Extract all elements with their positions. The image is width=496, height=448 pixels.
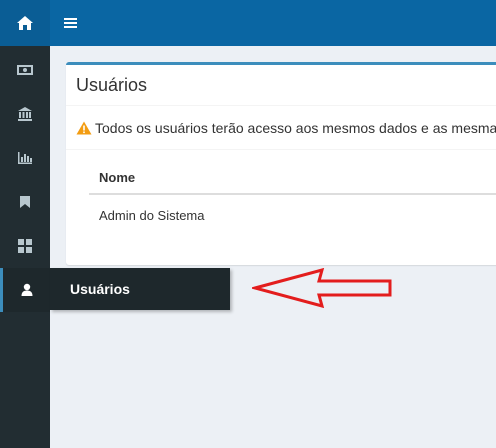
hamburger-menu-icon [64,18,77,28]
red-arrow-annotation [252,268,392,308]
warning-icon [76,121,92,135]
bank-icon [18,107,32,121]
table-row[interactable]: Admin do Sistema [99,208,205,223]
sidebar-flyout-users[interactable]: Usuários [50,268,230,310]
users-panel: Usuários Todos os usuários terão acesso … [66,62,496,265]
home-icon [17,16,33,30]
warning-message: Todos os usuários terão acesso aos mesmo… [76,120,496,136]
sidebar-item-bookmark[interactable] [0,180,50,224]
panel-header-divider [66,105,496,106]
home-logo[interactable] [0,0,50,46]
page-title: Usuários [76,75,148,95]
sidebar-item-users[interactable] [0,268,50,312]
sidebar-item-bank[interactable] [0,92,50,136]
money-icon [17,65,33,75]
sidebar [0,46,50,448]
sidebar-item-chart[interactable] [0,136,50,180]
sidebar-toggle-button[interactable] [58,10,84,36]
sidebar-flyout-label: Usuários [70,281,130,297]
warning-text: Todos os usuários terão acesso aos mesmo… [95,120,496,136]
table-header-divider [89,193,496,195]
user-icon [21,283,32,296]
bar-chart-icon [18,152,32,164]
sidebar-item-money[interactable] [0,48,50,92]
bookmark-icon [20,196,30,208]
column-header-nome[interactable]: Nome [99,170,135,185]
alert-divider [66,149,496,150]
sidebar-item-dashboard[interactable] [0,224,50,268]
dashboard-grid-icon [18,239,32,253]
top-navbar [0,0,496,46]
